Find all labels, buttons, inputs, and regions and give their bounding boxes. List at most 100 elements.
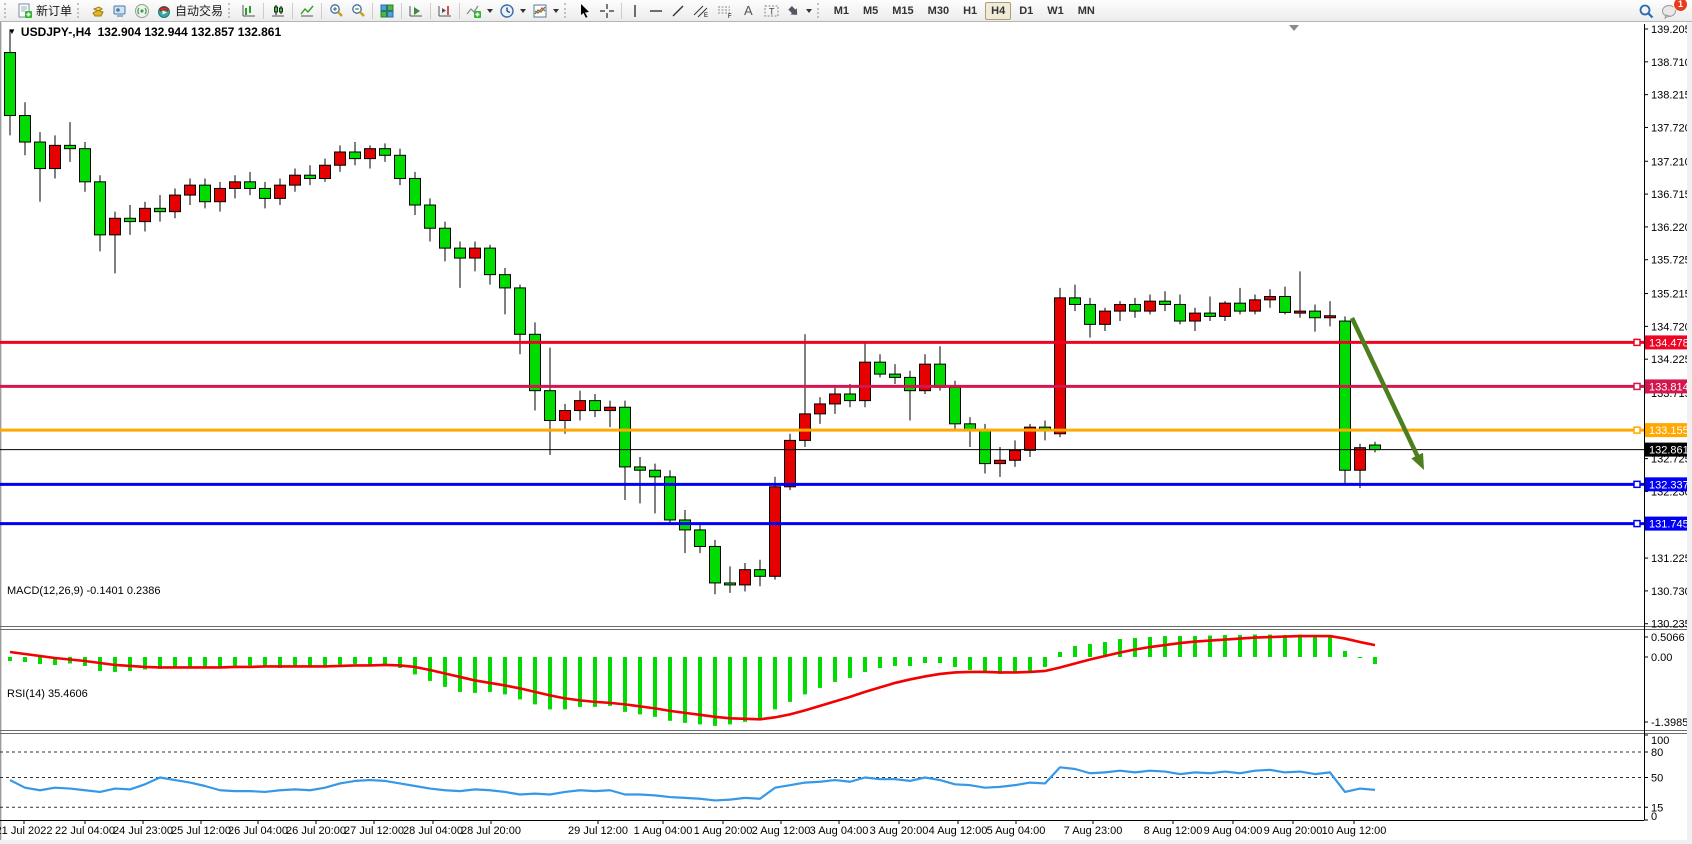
indicators-button[interactable] bbox=[463, 1, 496, 21]
new-order-button[interactable]: 新订单 bbox=[14, 1, 75, 21]
candle-body bbox=[5, 53, 16, 116]
price-badge-label: 132.861 bbox=[1649, 445, 1689, 457]
candle-body bbox=[1370, 445, 1381, 450]
templates-button[interactable] bbox=[529, 1, 562, 21]
candle-body bbox=[830, 394, 841, 404]
level-line-handle[interactable] bbox=[1634, 427, 1640, 433]
window-bottom-edge bbox=[0, 840, 1692, 844]
candle-body bbox=[1070, 298, 1081, 305]
macd-indicator-label: MACD(12,26,9) -0.1401 0.2386 bbox=[7, 585, 161, 597]
time-axis-label: 9 Aug 04:00 bbox=[1204, 825, 1263, 837]
zoom-in-button[interactable] bbox=[325, 1, 347, 21]
rsi-line bbox=[10, 767, 1375, 800]
candles-layer bbox=[5, 29, 1381, 594]
timeframe-h4[interactable]: H4 bbox=[985, 2, 1011, 20]
chart-canvas[interactable]: 139.205138.710138.215137.720137.210136.7… bbox=[0, 0, 1692, 844]
cursor-tool-button[interactable] bbox=[574, 1, 596, 21]
level-line-handle[interactable] bbox=[1634, 521, 1640, 527]
candle-body bbox=[1160, 301, 1171, 304]
time-axis-label: 8 Aug 12:00 bbox=[1144, 825, 1203, 837]
candle-body bbox=[1220, 303, 1231, 316]
price-badge-resistance[interactable]: 133.814 bbox=[1645, 379, 1692, 393]
indicators-caret bbox=[487, 9, 493, 13]
crosshair-tool-button[interactable] bbox=[596, 1, 618, 21]
candle-body bbox=[545, 391, 556, 421]
timeframe-h1[interactable]: H1 bbox=[957, 2, 983, 20]
window-right-edge bbox=[1687, 22, 1692, 844]
timeframe-m5[interactable]: M5 bbox=[857, 2, 884, 20]
timeframe-m1[interactable]: M1 bbox=[828, 2, 855, 20]
chart-title: ▼USDJPY-,H4 132.904 132.944 132.857 132.… bbox=[8, 25, 281, 39]
arrows-icon bbox=[787, 3, 801, 19]
level-line-handle[interactable] bbox=[1634, 339, 1640, 345]
macd-tick-label: 0.5066 bbox=[1651, 632, 1685, 644]
timeframe-m15[interactable]: M15 bbox=[886, 2, 919, 20]
trend-arrow[interactable] bbox=[1352, 318, 1420, 461]
chart-menu-triangle[interactable]: ▼ bbox=[8, 27, 16, 36]
arrows-caret bbox=[806, 9, 812, 13]
candle-body bbox=[785, 440, 796, 486]
price-tick-label: 136.220 bbox=[1651, 222, 1691, 234]
time-axis-label: 25 Jul 12:00 bbox=[171, 825, 231, 837]
toolbar-separator bbox=[621, 3, 622, 19]
price-badge-pivot[interactable]: 133.155 bbox=[1645, 423, 1692, 437]
fibonacci-tool[interactable]: F bbox=[713, 1, 737, 21]
price-badge-resistance[interactable]: 134.478 bbox=[1645, 335, 1692, 349]
candle-body bbox=[380, 149, 391, 156]
price-tick-label: 137.720 bbox=[1651, 122, 1691, 134]
signals-button[interactable] bbox=[131, 1, 153, 21]
timeframe-m30[interactable]: M30 bbox=[922, 2, 955, 20]
toolbar-grip bbox=[564, 3, 570, 18]
notifications-button[interactable]: 1 bbox=[1658, 1, 1682, 21]
label-icon: T bbox=[763, 3, 781, 19]
candle-body bbox=[725, 583, 736, 585]
label-tool[interactable]: T bbox=[760, 1, 784, 21]
text-tool[interactable]: A bbox=[737, 1, 760, 21]
chart-ohlc-values: 132.904 132.944 132.857 132.861 bbox=[98, 25, 282, 39]
candle-body bbox=[605, 407, 616, 410]
candle-body bbox=[35, 142, 46, 169]
candle-body bbox=[740, 570, 751, 585]
autotrading-button[interactable]: 自动交易 bbox=[153, 1, 226, 21]
trend-arrow-head[interactable] bbox=[1411, 453, 1424, 470]
timeframe-mn[interactable]: MN bbox=[1072, 2, 1101, 20]
candlestick-chart-button[interactable] bbox=[267, 1, 289, 21]
terminal-button[interactable] bbox=[109, 1, 131, 21]
bar-chart-button[interactable] bbox=[238, 1, 260, 21]
timeframe-w1[interactable]: W1 bbox=[1041, 2, 1070, 20]
vertical-line-tool[interactable] bbox=[625, 1, 645, 21]
chart-shift-button[interactable] bbox=[434, 1, 456, 21]
horizontal-line-tool[interactable] bbox=[645, 1, 667, 21]
channel-tool[interactable]: E bbox=[689, 1, 713, 21]
candle-body bbox=[80, 149, 91, 182]
timeframe-d1[interactable]: D1 bbox=[1013, 2, 1039, 20]
time-axis-label: 24 Jul 23:00 bbox=[113, 825, 173, 837]
periods-button[interactable] bbox=[496, 1, 529, 21]
macd-tick-label: 0.00 bbox=[1651, 652, 1672, 664]
market-watch-button[interactable] bbox=[87, 1, 109, 21]
rsi-tick-label: 80 bbox=[1651, 747, 1663, 759]
candle-body bbox=[305, 175, 316, 178]
new-order-icon bbox=[17, 3, 33, 19]
tile-windows-button[interactable] bbox=[376, 1, 398, 21]
level-line-handle[interactable] bbox=[1634, 383, 1640, 389]
price-badge-support[interactable]: 132.337 bbox=[1645, 477, 1692, 491]
trendline-tool[interactable] bbox=[667, 1, 689, 21]
price-tick-label: 131.225 bbox=[1651, 553, 1691, 565]
autotrading-label: 自动交易 bbox=[175, 2, 223, 19]
price-badge-support[interactable]: 131.745 bbox=[1645, 517, 1692, 531]
time-axis-label: 28 Jul 04:00 bbox=[403, 825, 463, 837]
arrows-tool[interactable] bbox=[784, 1, 815, 21]
zoom-out-button[interactable] bbox=[347, 1, 369, 21]
level-line-handle[interactable] bbox=[1634, 481, 1640, 487]
price-badge-current-price[interactable]: 132.861 bbox=[1645, 443, 1692, 457]
line-chart-button[interactable] bbox=[296, 1, 318, 21]
autoscroll-button[interactable] bbox=[405, 1, 427, 21]
chart-shift-marker[interactable] bbox=[1289, 25, 1299, 31]
candle-body bbox=[125, 218, 136, 221]
search-button[interactable] bbox=[1634, 1, 1658, 21]
price-badge-label: 133.814 bbox=[1649, 381, 1689, 393]
macd-tick-label: -1.3985 bbox=[1651, 717, 1688, 729]
rsi-pane bbox=[0, 752, 1644, 821]
terminal-icon bbox=[112, 3, 128, 19]
